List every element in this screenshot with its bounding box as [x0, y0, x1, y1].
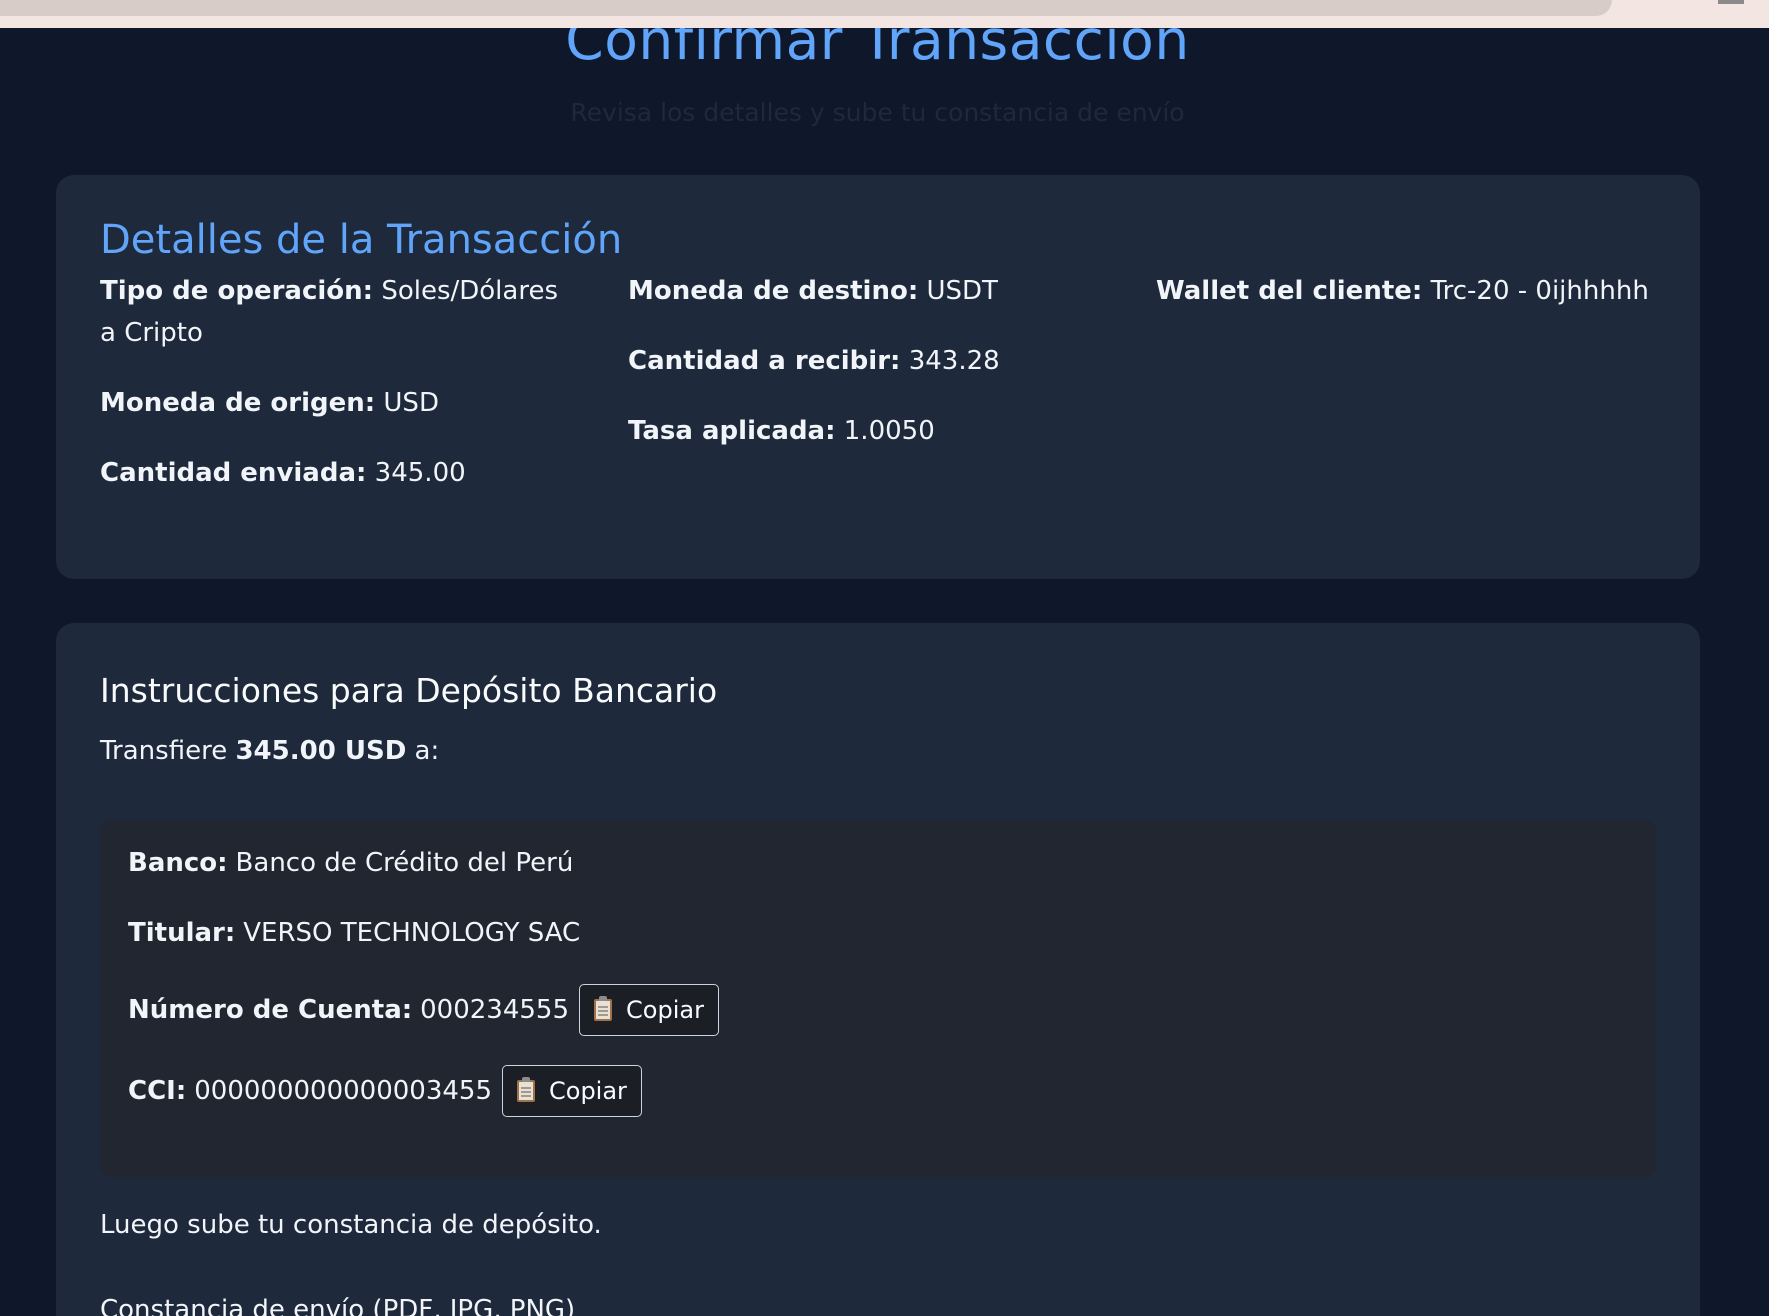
account-number-line: Número de Cuenta: 000234555 Copiar — [128, 984, 719, 1036]
account-number-label: Número de Cuenta: — [128, 995, 413, 1025]
bank-transfer-intro: Transfiere 345.00 USD a: — [100, 736, 439, 766]
detail-value: 345.00 — [374, 458, 466, 488]
account-number-value: 000234555 — [420, 995, 570, 1025]
detail-value: USDT — [926, 276, 998, 306]
detail-moneda-origen: Moneda de origen: USD — [100, 382, 560, 424]
cci-value: 000000000000003455 — [194, 1076, 492, 1106]
detail-value: Trc-20 - 0ijhhhhh — [1430, 276, 1649, 306]
detail-cantidad-recibir: Cantidad a recibir: 343.28 — [628, 340, 1088, 382]
holder-label: Titular: — [128, 918, 236, 948]
upload-field-label: Constancia de envío (PDF, JPG, PNG) — [100, 1295, 576, 1316]
copy-label: Copiar — [549, 1077, 627, 1105]
page-content: Confirmar Transacción Revisa los detalle… — [0, 28, 1769, 1316]
clipboard-icon — [517, 1077, 535, 1102]
bank-instructions-card: Instrucciones para Depósito Bancario Tra… — [56, 623, 1700, 1316]
detail-tasa-aplicada: Tasa aplicada: 1.0050 — [628, 410, 1088, 452]
details-column-1: Tipo de operación: Soles/Dólares a Cript… — [100, 270, 560, 522]
detail-moneda-destino: Moneda de destino: USDT — [628, 270, 1088, 312]
detail-value: 343.28 — [908, 346, 1000, 376]
clipboard-icon — [594, 996, 613, 1021]
cci-line: CCI: 000000000000003455 Copiar — [128, 1065, 642, 1117]
copy-cci-button[interactable]: Copiar — [502, 1065, 642, 1117]
page-title: Confirmar Transacción — [565, 28, 1190, 72]
bank-value: Banco de Crédito del Perú — [235, 848, 574, 878]
transaction-details-card: Detalles de la Transacción Tipo de opera… — [56, 175, 1700, 579]
bank-instructions-heading: Instrucciones para Depósito Bancario — [100, 671, 718, 710]
holder-value: VERSO TECHNOLOGY SAC — [243, 918, 581, 948]
intro-suffix: a: — [414, 736, 440, 766]
detail-label: Wallet del cliente: — [1156, 276, 1423, 306]
detail-tipo-operacion: Tipo de operación: Soles/Dólares a Cript… — [100, 270, 560, 354]
browser-tab-strip — [0, 0, 1612, 16]
bank-name-line: Banco: Banco de Crédito del Perú — [128, 848, 573, 878]
bank-account-box: Banco: Banco de Crédito del Perú Titular… — [100, 820, 1656, 1177]
detail-value: USD — [383, 388, 439, 418]
browser-chrome-top — [0, 0, 1769, 29]
copy-label: Copiar — [626, 996, 704, 1024]
transaction-details-heading: Detalles de la Transacción — [100, 217, 623, 263]
detail-label: Tasa aplicada: — [628, 416, 836, 446]
cci-label: CCI: — [128, 1076, 187, 1106]
bank-holder-line: Titular: VERSO TECHNOLOGY SAC — [128, 918, 580, 948]
detail-label: Tipo de operación: — [100, 276, 374, 306]
detail-cantidad-enviada: Cantidad enviada: 345.00 — [100, 452, 560, 494]
detail-label: Cantidad a recibir: — [628, 346, 901, 376]
bank-label: Banco: — [128, 848, 228, 878]
detail-label: Moneda de destino: — [628, 276, 919, 306]
upload-instruction-text: Luego sube tu constancia de depósito. — [100, 1210, 602, 1240]
details-column-2: Moneda de destino: USDT Cantidad a recib… — [628, 270, 1088, 480]
detail-value: 1.0050 — [843, 416, 935, 446]
details-column-3: Wallet del cliente: Trc-20 - 0ijhhhhh — [1156, 270, 1676, 340]
intro-prefix: Transfiere — [100, 736, 228, 766]
detail-wallet-cliente: Wallet del cliente: Trc-20 - 0ijhhhhh — [1156, 270, 1676, 312]
window-control-icon[interactable] — [1718, 0, 1744, 4]
detail-label: Cantidad enviada: — [100, 458, 367, 488]
copy-account-number-button[interactable]: Copiar — [579, 984, 719, 1036]
page-subtitle: Revisa los detalles y sube tu constancia… — [570, 98, 1185, 127]
intro-amount: 345.00 USD — [235, 736, 407, 766]
detail-label: Moneda de origen: — [100, 388, 376, 418]
